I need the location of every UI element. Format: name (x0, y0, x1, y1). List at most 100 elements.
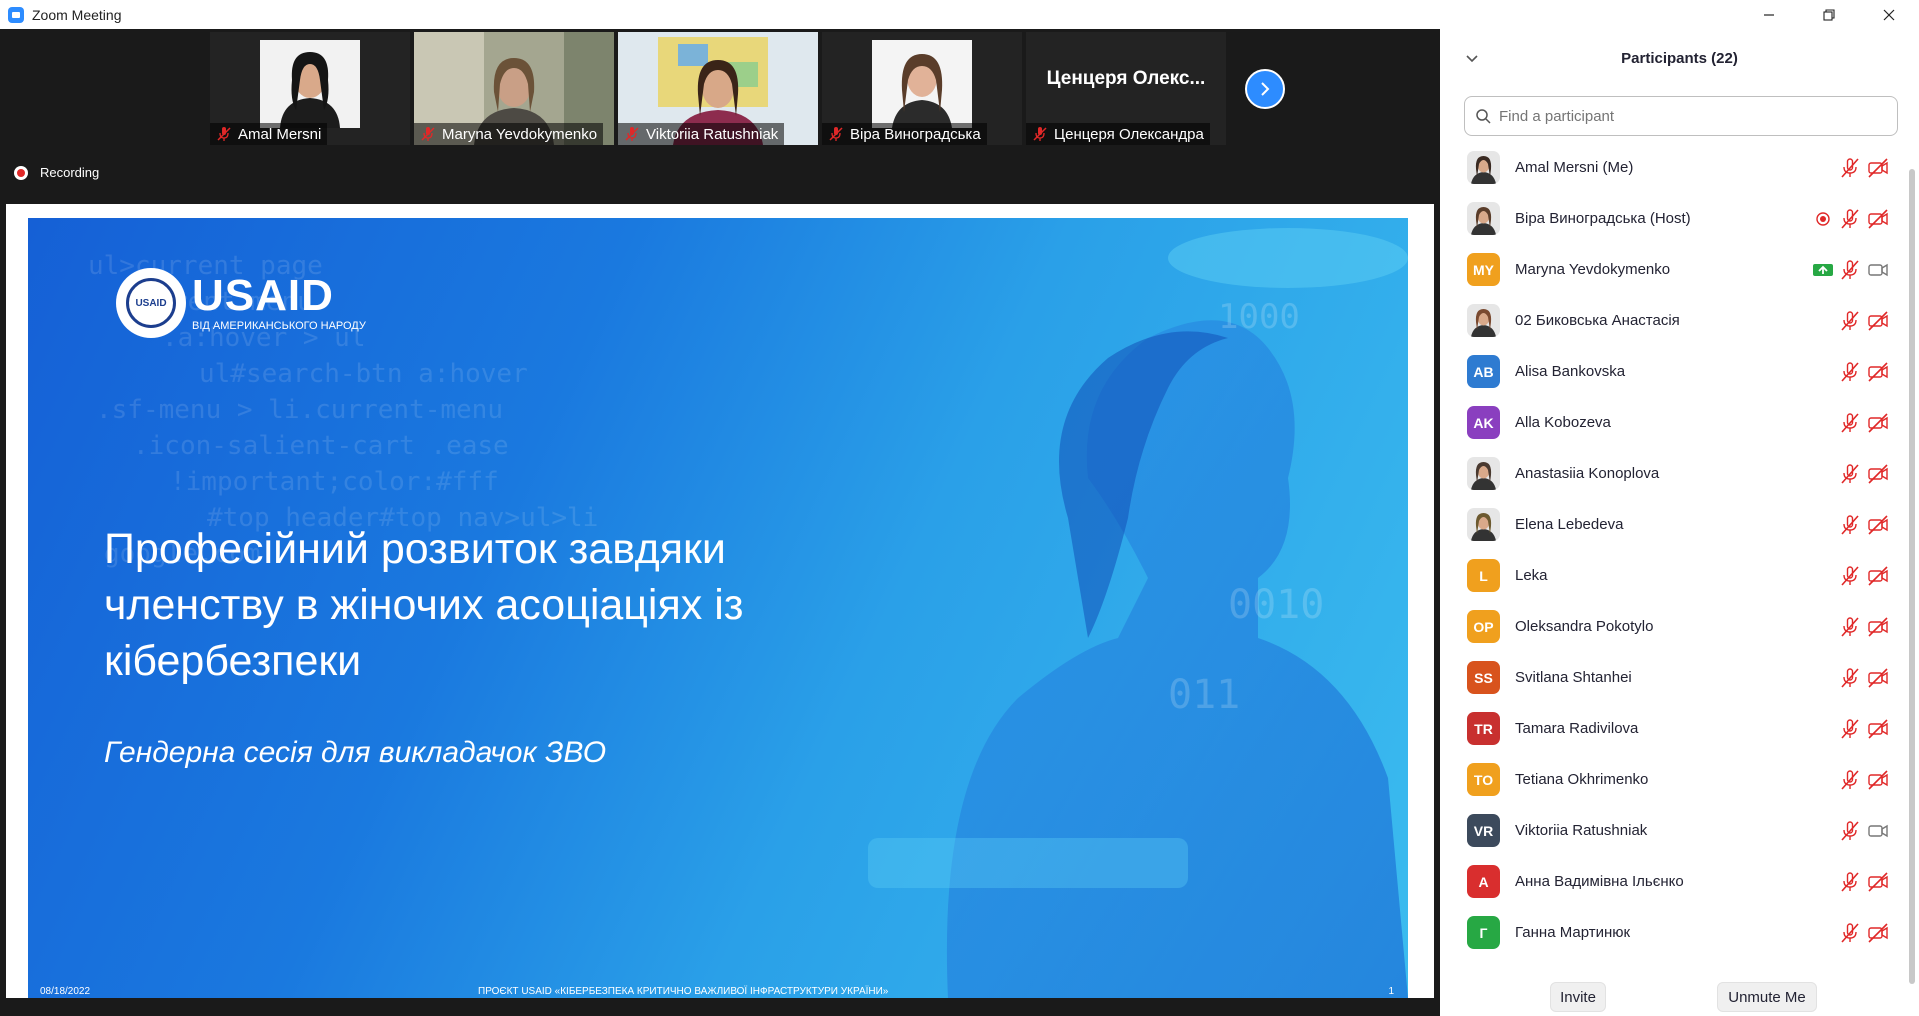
participant-row[interactable]: VR Viktoriia Ratushniak (1440, 805, 1910, 856)
participant-row[interactable]: Anastasiia Konoplova (1440, 448, 1910, 499)
mic-muted-icon[interactable] (1839, 259, 1861, 281)
camera-off-icon[interactable] (1867, 208, 1889, 230)
recording-icon (14, 165, 28, 180)
participant-search-box[interactable] (1464, 96, 1898, 136)
avatar-initials: L (1467, 559, 1500, 592)
tile-display-name: Ценцеря Олекс... (1046, 68, 1206, 89)
camera-off-icon[interactable] (1867, 871, 1889, 893)
mic-muted-icon[interactable] (1839, 718, 1861, 740)
camera-off-icon[interactable] (1867, 565, 1889, 587)
avatar-initials: OP (1467, 610, 1500, 643)
mic-muted-icon[interactable] (1839, 667, 1861, 689)
code-line: .sf-menu > li.current-menu (96, 395, 503, 425)
participant-list: Amal Mersni (Me) Віра Виноградська (Host)… (1440, 142, 1910, 958)
participant-name: Maryna Yevdokymenko (1515, 261, 1671, 278)
search-icon (1476, 109, 1491, 124)
mic-muted-icon[interactable] (1839, 922, 1861, 944)
camera-off-icon[interactable] (1867, 616, 1889, 638)
mic-muted-icon[interactable] (1839, 157, 1861, 179)
mic-muted-icon[interactable] (1839, 820, 1861, 842)
participant-name: Alisa Bankovska (1515, 363, 1626, 380)
participant-row[interactable]: MY Maryna Yevdokymenko (1440, 244, 1910, 295)
participant-row[interactable]: OP Oleksandra Pokotylo (1440, 601, 1910, 652)
window-title: Zoom Meeting (32, 6, 122, 23)
camera-off-icon[interactable] (1867, 310, 1889, 332)
participants-footer: Invite Unmute Me (1440, 982, 1919, 1016)
mic-muted-icon[interactable] (1839, 412, 1861, 434)
chevron-down-icon[interactable] (1464, 50, 1480, 66)
camera-off-icon[interactable] (1867, 922, 1889, 944)
camera-off-icon[interactable] (1867, 361, 1889, 383)
svg-text:011: 011 (1168, 672, 1240, 718)
mic-muted-icon[interactable] (1839, 208, 1861, 230)
camera-off-icon[interactable] (1867, 769, 1889, 791)
participant-row[interactable]: Elena Lebedeva (1440, 499, 1910, 550)
minimize-button[interactable] (1739, 0, 1799, 29)
mic-muted-icon[interactable] (1839, 514, 1861, 536)
avatar-photo (1467, 202, 1500, 235)
invite-button[interactable]: Invite (1550, 982, 1606, 1012)
recording-label: Recording (40, 165, 100, 180)
restore-button[interactable] (1799, 0, 1859, 29)
participant-row[interactable]: TO Tetiana Okhrimenko (1440, 754, 1910, 805)
svg-text:1000: 1000 (1218, 297, 1300, 337)
video-tile[interactable]: Ценцеря Олекс... Ценцеря Олександра (1026, 32, 1226, 145)
participant-name: Elena Lebedeva (1515, 516, 1624, 533)
participant-row[interactable]: AB Alisa Bankovska (1440, 346, 1910, 397)
mic-muted-icon[interactable] (1839, 361, 1861, 383)
participant-row[interactable]: SS Svitlana Shtanhei (1440, 652, 1910, 703)
mic-muted-icon[interactable] (1839, 871, 1861, 893)
screen-share-view[interactable]: ul>current page current menu .a:hover > ul… (6, 204, 1434, 998)
participant-name: Віра Виноградська (Host) (1515, 210, 1691, 227)
participants-header: Participants (22) (1440, 29, 1919, 87)
camera-off-icon[interactable] (1867, 718, 1889, 740)
participant-video (260, 40, 360, 128)
video-tile[interactable]: Viktoriia Ratushniak (618, 32, 818, 145)
participant-list-scrollbar[interactable] (1909, 169, 1915, 984)
video-tile[interactable]: Amal Mersni (210, 32, 410, 145)
camera-off-icon[interactable] (1867, 157, 1889, 179)
camera-on-icon[interactable] (1867, 820, 1889, 842)
mic-muted-icon[interactable] (1839, 616, 1861, 638)
camera-off-icon[interactable] (1867, 412, 1889, 434)
participant-name: Alla Kobozeva (1515, 414, 1611, 431)
next-page-button[interactable] (1245, 69, 1285, 109)
close-button[interactable] (1859, 0, 1919, 29)
camera-off-icon[interactable] (1867, 667, 1889, 689)
title-bar: Zoom Meeting (0, 0, 1919, 29)
participant-row[interactable]: TR Tamara Radivilova (1440, 703, 1910, 754)
participant-row[interactable]: 02 Биковська Анастасія (1440, 295, 1910, 346)
participant-row[interactable]: Віра Виноградська (Host) (1440, 193, 1910, 244)
meeting-area: Amal Mersni Maryna Yevdokymenko Viktorii… (0, 29, 1440, 1016)
participant-row[interactable]: L Leka (1440, 550, 1910, 601)
video-tile[interactable]: Віра Виноградська (822, 32, 1022, 145)
video-tile-active-speaker[interactable]: Maryna Yevdokymenko (414, 32, 614, 145)
mic-muted-icon[interactable] (1839, 310, 1861, 332)
participant-row[interactable]: Amal Mersni (Me) (1440, 142, 1910, 193)
presentation-slide: ul>current page current menu .a:hover > ul… (28, 218, 1408, 998)
camera-off-icon[interactable] (1867, 514, 1889, 536)
camera-on-icon[interactable] (1867, 259, 1889, 281)
mic-muted-icon[interactable] (1839, 769, 1861, 791)
tile-name-bar: Віра Виноградська (822, 123, 987, 145)
mic-muted-icon[interactable] (1839, 463, 1861, 485)
slide-footer-date: 08/18/2022 (40, 986, 91, 997)
participant-row[interactable]: Г Ганна Мартинюк (1440, 907, 1910, 958)
unmute-me-button[interactable]: Unmute Me (1717, 982, 1817, 1012)
avatar-initials: AB (1467, 355, 1500, 388)
video-gallery-strip: Amal Mersni Maryna Yevdokymenko Viktorii… (0, 29, 1440, 148)
slide-footer: 08/18/2022 ПРОЄКТ USAID «КІБЕРБЕЗПЕКА КР… (28, 984, 1408, 998)
participant-name: Ганна Мартинюк (1515, 924, 1631, 941)
code-line: ul#search-btn a:hover (199, 359, 528, 389)
usaid-seal-icon: USAID (116, 268, 186, 338)
close-icon (1883, 9, 1895, 20)
avatar-initials: MY (1467, 253, 1500, 286)
avatar-photo (1467, 151, 1500, 184)
mic-muted-icon[interactable] (1839, 565, 1861, 587)
participant-row[interactable]: А Анна Вадимівна Ільєнко (1440, 856, 1910, 907)
participant-search-input[interactable] (1499, 107, 1879, 125)
mic-muted-icon (421, 127, 435, 141)
camera-off-icon[interactable] (1867, 463, 1889, 485)
recording-indicator[interactable]: Recording (14, 165, 99, 180)
participant-row[interactable]: AK Alla Kobozeva (1440, 397, 1910, 448)
